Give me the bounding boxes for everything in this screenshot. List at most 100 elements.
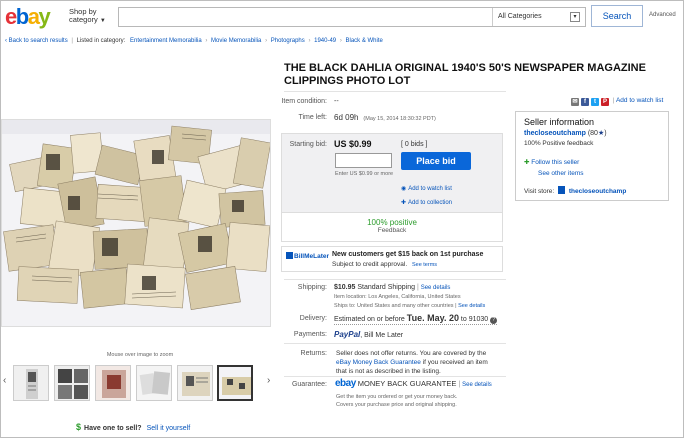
bid-hint: Enter US $0.99 or more (335, 171, 394, 177)
crumb-entertainment[interactable]: Entertainment Memorabilia (130, 38, 202, 44)
search-button[interactable]: Search (591, 5, 643, 27)
paypal-logo: PayPal (334, 330, 361, 339)
chevron-right-icon: › (265, 38, 268, 44)
guarantee-logo-text: ebay (335, 378, 356, 389)
breadcrumb: ‹ Back to search results | Listed in cat… (5, 38, 383, 44)
returns-line-3: that is not as described in the listing. (336, 368, 441, 375)
bid-count-link[interactable]: [ 0 bids ] (401, 141, 427, 148)
crumb-movie[interactable]: Movie Memorabilia (211, 38, 261, 44)
feedback-box: 100% positive Feedback (281, 213, 503, 242)
main-product-image[interactable] (1, 119, 271, 327)
thumbnail[interactable] (177, 365, 213, 401)
thumbnail[interactable] (54, 365, 90, 401)
follow-seller-label: Follow this seller (531, 159, 580, 166)
guarantee-line-1: Get the item you ordered or get your mon… (336, 394, 458, 400)
guarantee-name: MONEY BACK GUARANTEE (357, 379, 457, 388)
bid-amount-input[interactable] (335, 153, 392, 168)
thumbnail[interactable] (136, 365, 172, 401)
search-input[interactable] (119, 8, 492, 26)
visit-store-row: Visit store: thecloseoutchamp (524, 186, 626, 195)
see-other-items-link[interactable]: See other items (538, 170, 584, 177)
logo-letter-e: e (5, 4, 17, 29)
feedback-label: Feedback (377, 227, 407, 234)
caret-down-icon: ▼ (99, 18, 106, 24)
clippings-photo (2, 120, 270, 326)
facebook-icon[interactable]: f (581, 98, 589, 106)
add-to-watch-label: Add to watch list (408, 186, 452, 192)
separator: | (416, 284, 419, 291)
ships-to: Ships to: United States and many other c… (334, 303, 485, 309)
thumbnail[interactable] (95, 365, 131, 401)
header: ebay Shop by category ▼ All Categories ▾… (1, 1, 683, 35)
thumbnail-strip: ‹ › (1, 365, 279, 401)
follow-seller-link[interactable]: ✚ Follow this seller (524, 158, 579, 166)
thumbnail[interactable] (13, 365, 49, 401)
dollar-icon: $ (76, 422, 82, 432)
shipping-see-details-link[interactable]: See details (421, 285, 451, 291)
sell-it-yourself-link[interactable]: Sell it yourself (147, 425, 191, 432)
money-back-guarantee-link[interactable]: eBay Money Back Guarantee (336, 359, 421, 366)
category-select[interactable]: All Categories ▾ (492, 8, 586, 26)
crumb-photographs[interactable]: Photographs (271, 38, 305, 44)
seller-name-row: thecloseoutchamp (80★) (524, 129, 607, 137)
starting-bid-price: US $0.99 (334, 139, 372, 149)
bml-credit-text: Subject to credit approval. (332, 261, 408, 268)
sell-prompt: $ Have one to sell? Sell it yourself (76, 422, 190, 432)
plus-icon: ✚ (524, 159, 530, 166)
delivery-estimate[interactable]: Estimated on or before Tue. May. 20 to 9… (334, 313, 498, 325)
info-icon[interactable]: ? (490, 317, 498, 324)
email-icon[interactable]: ✉ (571, 98, 579, 106)
guarantee-line-2: Covers your purchase price and original … (336, 402, 457, 408)
plus-icon: ✚ (401, 200, 407, 206)
bill-me-later-promo: BillMeLater New customers get $15 back o… (281, 246, 503, 272)
add-to-collection-link[interactable]: ✚ Add to collection (401, 199, 452, 206)
see-terms-link[interactable]: See terms (412, 262, 437, 268)
seller-name-link[interactable]: thecloseoutchamp (524, 130, 586, 137)
condition-label: Item condition: (281, 98, 327, 105)
have-one-label: Have one to sell? (84, 425, 142, 432)
separator: | (455, 303, 457, 309)
separator: , (360, 332, 363, 339)
ebay-logo[interactable]: ebay (5, 4, 51, 30)
header-add-to-watch-link[interactable]: Add to watch list (616, 97, 663, 104)
add-to-watch-list-link[interactable]: ◉ Add to watch list (401, 185, 452, 192)
bill-me-later-text: Bill Me Later (364, 332, 404, 339)
guarantee-see-details-link[interactable]: See details (462, 382, 492, 388)
separator: | (458, 381, 461, 388)
crumb-1940-49[interactable]: 1940-49 (314, 38, 336, 44)
delivery-zip: 91030 (468, 316, 489, 323)
chevron-down-icon: ▾ (570, 12, 580, 22)
search-bar: All Categories ▾ (118, 7, 586, 27)
shipping-label: Shipping: (297, 284, 327, 291)
time-left: 6d 09h (May 15, 2014 18:30:32 PDT) (334, 113, 436, 122)
logo-letter-a: a (27, 4, 40, 29)
seller-actions-box: ✚ Follow this seller See other items Vis… (515, 153, 669, 201)
seller-heading: Seller information (524, 117, 595, 127)
delivery-to: to (460, 316, 467, 323)
back-to-search-link[interactable]: Back to search results (9, 38, 68, 44)
returns-policy: Seller does not offer returns. You are c… (336, 349, 488, 376)
place-bid-button[interactable]: Place bid (401, 152, 471, 170)
add-to-collection-label: Add to collection (407, 200, 453, 206)
guarantee-label: Guarantee: (291, 381, 327, 388)
chevron-left-icon[interactable]: ‹ (3, 375, 6, 386)
twitter-icon[interactable]: t (591, 98, 599, 106)
returns-label: Returns: (300, 350, 327, 357)
item-location: Item location: Los Angeles, California, … (334, 294, 461, 300)
advanced-search-link[interactable]: Advanced (649, 12, 676, 18)
store-link[interactable]: thecloseoutchamp (569, 188, 626, 195)
positive-percent: 100% positive (367, 218, 417, 227)
crumb-black-white[interactable]: Black & White (345, 38, 382, 44)
delivery-text: Estimated on or before (334, 316, 405, 323)
pinterest-icon[interactable]: P (601, 98, 609, 106)
category-select-value: All Categories (498, 13, 542, 20)
ships-to-see-details-link[interactable]: See details (458, 303, 485, 309)
ships-to-label: Ships to: (334, 303, 356, 309)
shop-by-category-button[interactable]: Shop by category ▼ (69, 8, 106, 25)
ships-to-value: United States and many other countries (356, 303, 454, 309)
time-left-date: (May 15, 2014 18:30:32 PDT) (363, 116, 436, 122)
divider (284, 343, 506, 344)
visit-store-label: Visit store: (524, 188, 555, 195)
guarantee-ebay-logo: ebay (335, 378, 356, 389)
back-arrow-icon: ‹ (5, 38, 7, 44)
